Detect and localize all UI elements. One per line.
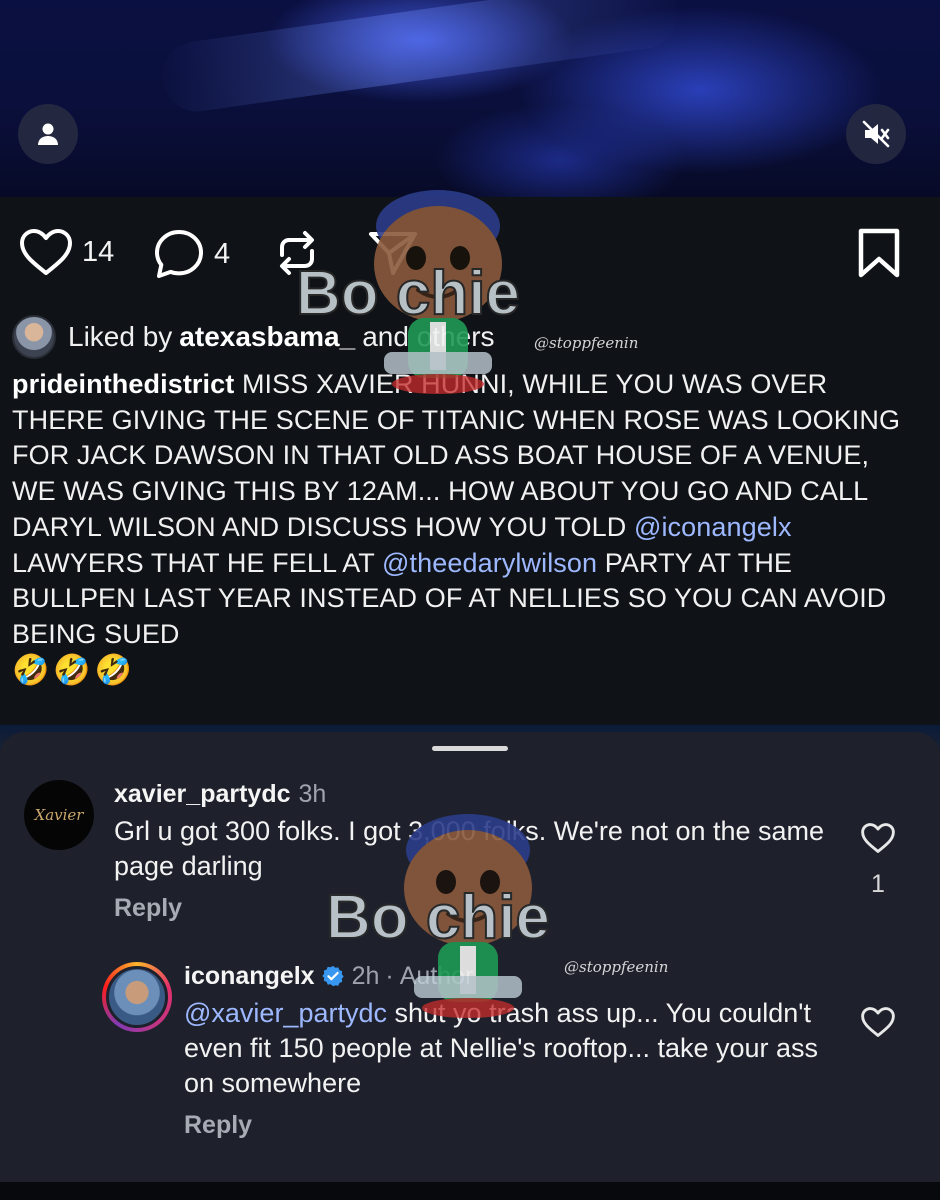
video-player[interactable]	[0, 0, 940, 197]
save-button[interactable]	[856, 227, 902, 279]
commenter-avatar[interactable]: Xavier	[24, 780, 94, 850]
comment-username[interactable]: xavier_partydc	[114, 780, 291, 809]
watermark-logo: Bo chie @stoppfeenin	[325, 814, 668, 1018]
person-icon	[38, 123, 58, 145]
comment-username[interactable]: iconangelx	[184, 962, 315, 991]
watermark-logo: Bo chie @stoppfeenin	[295, 190, 638, 394]
post-caption: prideinthedistrict MISS XAVIER HUNNI, WH…	[12, 367, 912, 689]
liked-by-prefix: Liked by	[68, 321, 173, 352]
caption-emojis: 🤣🤣🤣	[12, 653, 137, 687]
heart-outline-icon	[861, 823, 895, 853]
caption-mention-theedarylwilson[interactable]: @theedarylwilson	[382, 548, 597, 578]
speech-bubble-icon	[155, 230, 203, 278]
reply-button[interactable]: Reply	[184, 1111, 834, 1140]
watermark-handle: @stoppfeenin	[564, 958, 668, 976]
commenter-avatar-story-ring[interactable]	[102, 962, 172, 1032]
liker-avatar[interactable]	[12, 315, 56, 359]
heart-outline-icon	[861, 1007, 895, 1037]
like-button[interactable]: 14	[18, 227, 114, 277]
mute-button[interactable]	[846, 104, 906, 164]
bottom-edge	[0, 1182, 940, 1200]
comment-button[interactable]: 4	[152, 227, 230, 281]
sheet-drag-handle[interactable]	[432, 746, 508, 751]
heart-outline-icon	[20, 229, 72, 275]
comment-like-button[interactable]	[858, 1006, 898, 1038]
caption-mention-iconangelx[interactable]: @iconangelx	[634, 512, 792, 542]
like-count[interactable]: 14	[82, 236, 114, 269]
comment-like-count[interactable]: 1	[871, 870, 885, 899]
watermark-handle: @stoppfeenin	[534, 334, 638, 352]
comment-count[interactable]: 4	[214, 238, 230, 271]
caption-text-part2: LAWYERS THAT HE FELL AT	[12, 547, 375, 578]
commenter-avatar[interactable]	[106, 966, 168, 1028]
profile-button[interactable]	[18, 104, 78, 164]
avatar-logo-text: Xavier	[34, 806, 84, 824]
watermark-brand: Bo chie	[326, 883, 550, 952]
bookmark-icon	[858, 228, 900, 278]
caption-username[interactable]: prideinthedistrict	[12, 369, 234, 399]
speaker-muted-icon	[862, 120, 890, 148]
comment-like-button[interactable]: 1	[858, 822, 898, 899]
watermark-brand: Bo chie	[296, 259, 520, 328]
